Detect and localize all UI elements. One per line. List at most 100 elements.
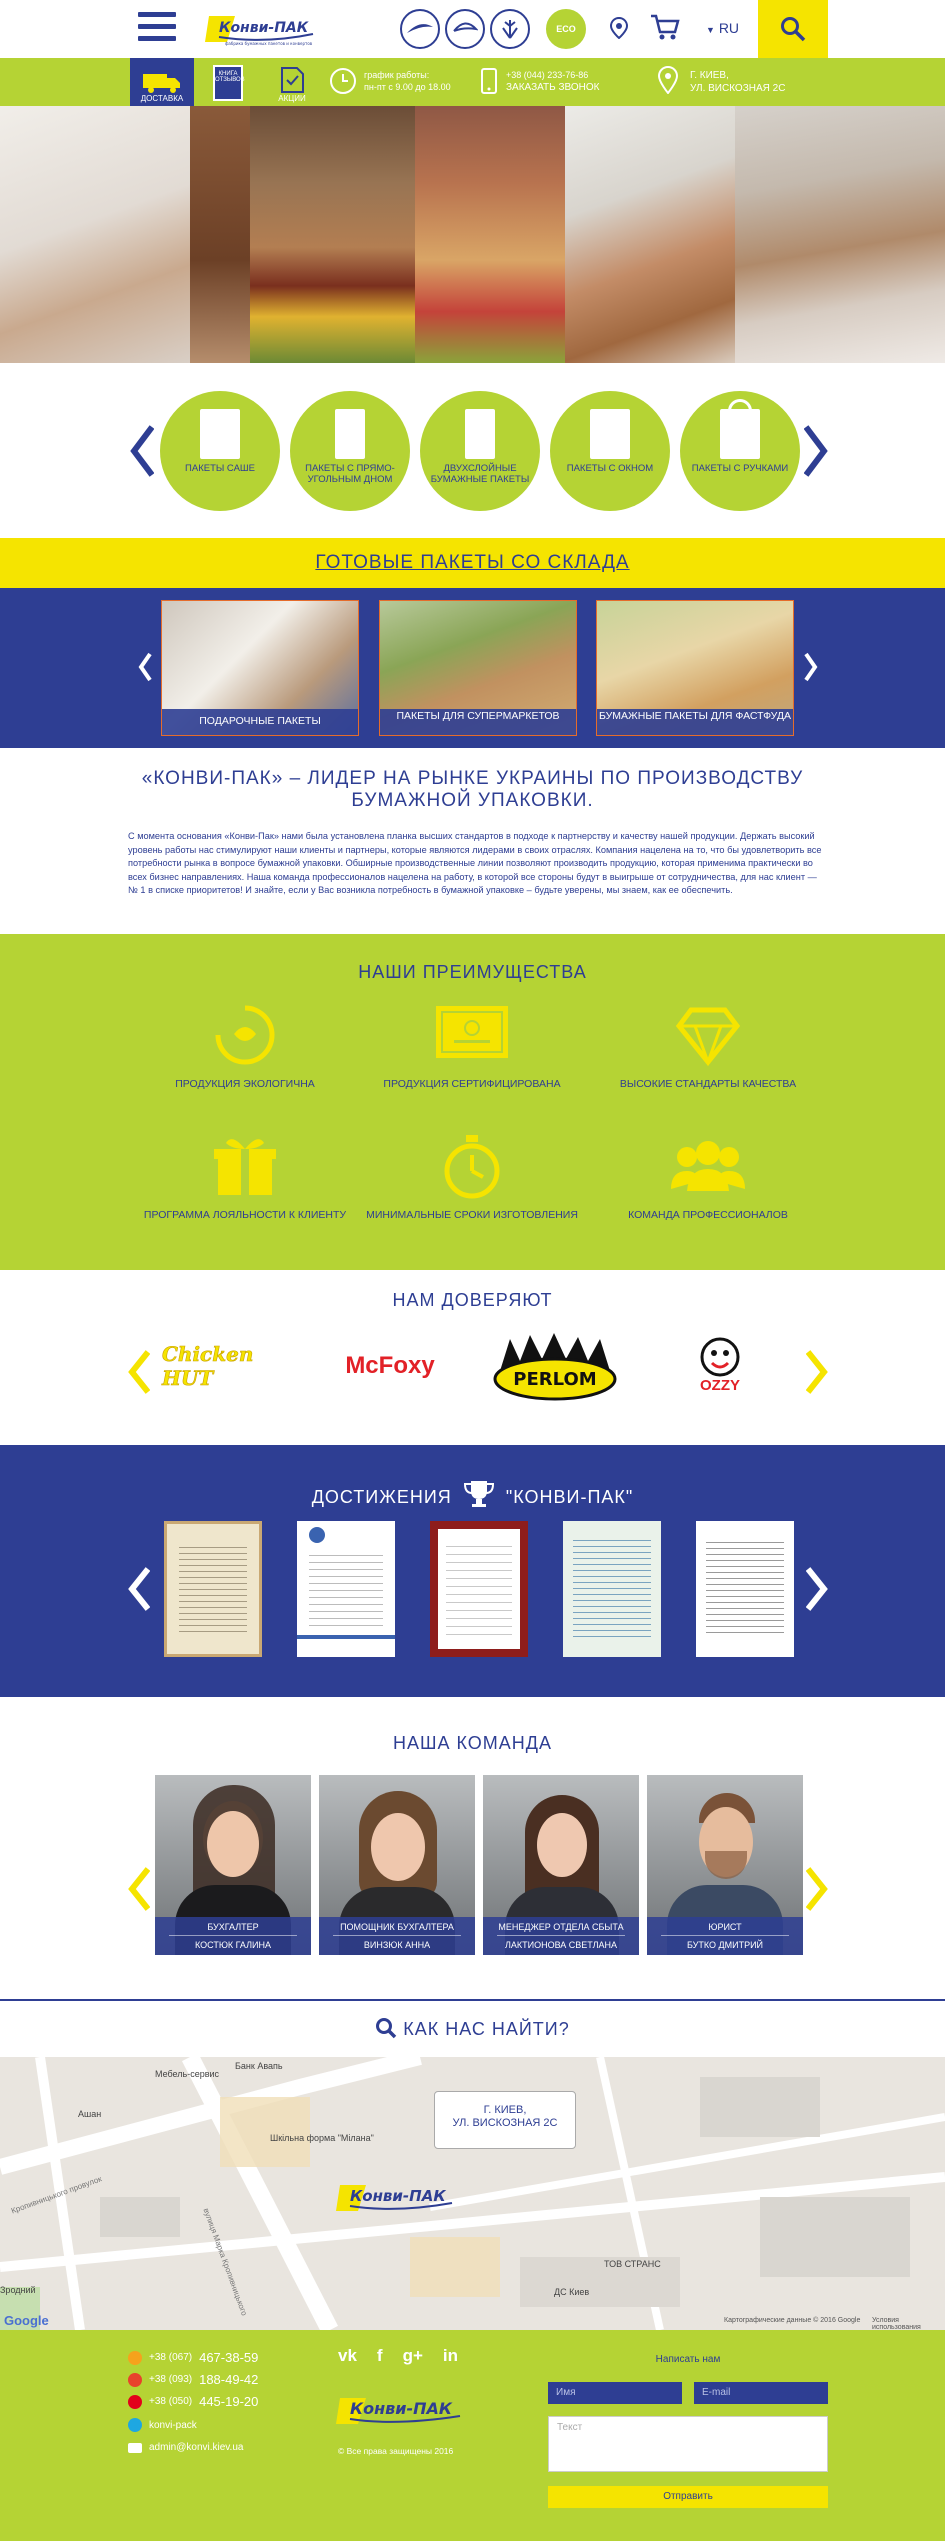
tile-delivery[interactable]: Доставка — [130, 58, 194, 106]
team-member-2[interactable]: Помощник бухгалтера Винзюк Анна — [319, 1775, 475, 1955]
contact-form-title: Написать нам — [655, 2354, 721, 2365]
prev-arrow-icon[interactable] — [128, 1567, 150, 1611]
svg-text:Конви-ПАК: Конви-ПАК — [350, 2187, 446, 2205]
header-phone[interactable]: +38 (044) 233-76-86 — [506, 69, 599, 81]
category-handles[interactable]: Пакеты с ручками — [680, 391, 800, 511]
skype-link[interactable]: konvi-pack — [128, 2418, 197, 2432]
product-fastfood-bags[interactable]: Бумажные пакеты для фастфуда — [596, 600, 794, 736]
submit-button[interactable]: Отправить — [548, 2486, 828, 2508]
advantage-label: Минимальные сроки изготовления — [366, 1209, 578, 1221]
menu-icon[interactable] — [138, 12, 176, 44]
clock-icon — [330, 68, 356, 94]
location-icon — [657, 65, 679, 99]
client-perlom[interactable]: PERLOM — [485, 1330, 625, 1402]
next-arrow-icon[interactable] — [806, 1867, 828, 1911]
tile-promo[interactable]: Акции — [260, 58, 324, 106]
client-mcfoxy-logo: McFoxy — [345, 1352, 435, 1379]
cert-icon-2 — [445, 9, 485, 49]
phone-code: +38 (093) — [149, 2374, 193, 2385]
product-label: Бумажные пакеты для фастфуда — [597, 709, 793, 735]
name-input[interactable]: Имя — [548, 2382, 682, 2404]
category-sachet[interactable]: Пакеты саше — [160, 391, 280, 511]
vk-icon[interactable]: vk — [338, 2346, 357, 2366]
client-mcfoxy[interactable]: McFoxy — [320, 1330, 460, 1402]
team-member-1[interactable]: Бухгалтер Костюк Галина — [155, 1775, 311, 1955]
certificate-5[interactable] — [696, 1521, 794, 1657]
client-ozzy[interactable]: OZZY — [650, 1330, 790, 1402]
language-selector[interactable]: ▼ RU — [706, 20, 739, 36]
phone-life[interactable]: +38 (093) 188-49-42 — [128, 2372, 258, 2387]
product-gift-bags[interactable]: Подарочные пакеты — [161, 600, 359, 736]
find-us-section: КАК НАС НАЙТИ? — [0, 1999, 945, 2057]
email-input[interactable]: E-mail — [694, 2382, 828, 2404]
category-label: Пакеты с прямо-угольным дном — [305, 463, 395, 485]
next-arrow-icon[interactable] — [804, 652, 818, 682]
schedule-label: график работы: — [364, 70, 430, 80]
gift-icon — [214, 1139, 276, 1195]
category-rect-bottom[interactable]: Пакеты с прямо-угольным дном — [290, 391, 410, 511]
hero-photo-1 — [0, 106, 190, 363]
phone-icon — [478, 68, 500, 99]
copyright: © Все права защищены 2016 — [338, 2446, 454, 2456]
category-window[interactable]: Пакеты с окном — [550, 391, 670, 511]
phone-vodafone[interactable]: +38 (050) 445-19-20 — [128, 2394, 258, 2409]
search-button[interactable] — [758, 0, 828, 58]
next-arrow-icon[interactable] — [806, 1350, 828, 1394]
advantage-label: Высокие стандарты качества — [619, 1078, 797, 1090]
certificate-2[interactable] — [297, 1521, 395, 1657]
facebook-icon[interactable]: f — [377, 2346, 383, 2366]
hero-photo-5 — [565, 106, 735, 363]
svg-text:фабрика бумажных пакетов и кон: фабрика бумажных пакетов и конвертов — [225, 41, 313, 46]
tile-reviews[interactable]: Книга отзывов — [196, 58, 260, 106]
linkedin-icon[interactable]: in — [443, 2346, 458, 2366]
svg-text:Конви-ПАК: Конви-ПАК — [219, 20, 309, 36]
phone-kyivstar[interactable]: +38 (067) 467-38-59 — [128, 2350, 258, 2365]
product-supermarket-bags[interactable]: Пакеты для супермаркетов — [379, 600, 577, 736]
callback-link[interactable]: ЗАКАЗАТЬ ЗВОНОК — [506, 82, 599, 93]
hero-photo-3 — [250, 106, 415, 363]
map[interactable]: Мебель-сервис Банк Авапь Ашан Шкільна фо… — [0, 2057, 945, 2330]
message-textarea[interactable]: Текст — [548, 2416, 828, 2472]
skype-icon — [128, 2418, 142, 2432]
next-arrow-icon[interactable] — [806, 1567, 828, 1611]
ready-bags-title[interactable]: ГОТОВЫЕ ПАКЕТЫ СО СКЛАДА — [0, 552, 945, 574]
recycle-icon — [215, 1005, 275, 1065]
team-member-3[interactable]: Менеджер отдела сбыта Лактионова Светлана — [483, 1775, 639, 1955]
footer: +38 (067) 467-38-59 +38 (093) 188-49-42 +3… — [0, 2330, 945, 2541]
eco-badge-icon: ECO — [546, 9, 586, 49]
certificate-3[interactable] — [430, 1521, 528, 1657]
trophy-icon — [463, 1481, 494, 1507]
email-label: admin@konvi.kiev.ua — [149, 2442, 244, 2453]
achievements-title: ДОСТИЖЕНИЯ — [311, 1487, 452, 1507]
category-label: Пакеты с ручками — [691, 463, 789, 474]
bag-icon — [465, 409, 495, 459]
footer-logo[interactable]: Конви-ПАК — [336, 2392, 466, 2432]
client-chicken-hut[interactable]: Chicken HUT — [162, 1330, 302, 1402]
find-us-heading: КАК НАС НАЙТИ? — [0, 2017, 945, 2040]
next-arrow-icon[interactable] — [804, 425, 828, 477]
member-name: Бутко Дмитрий — [686, 1940, 764, 1950]
window-bag-icon — [590, 409, 630, 459]
certificate-1[interactable] — [164, 1521, 262, 1657]
top-bar: Конви-ПАК фабрика бумажных пакетов и кон… — [0, 0, 945, 58]
member-face — [371, 1813, 425, 1881]
prev-arrow-icon[interactable] — [130, 425, 154, 477]
map-terms-link[interactable]: Условия использования — [872, 2317, 945, 2330]
callout-city: г. Киев, — [483, 2104, 527, 2116]
prev-arrow-icon[interactable] — [128, 1350, 150, 1394]
email-link[interactable]: admin@konvi.kiev.ua — [128, 2442, 243, 2453]
phone-number: 445-19-20 — [199, 2394, 259, 2409]
google-plus-icon[interactable]: g+ — [403, 2346, 423, 2366]
certificate-4[interactable] — [563, 1521, 661, 1657]
schedule: график работы: пн-пт с 9.00 до 18.00 — [364, 69, 451, 93]
team-member-4[interactable]: Юрист Бутко Дмитрий — [647, 1775, 803, 1955]
cart-icon[interactable] — [650, 12, 680, 47]
prev-arrow-icon[interactable] — [138, 652, 152, 682]
sachet-bag-icon — [200, 409, 240, 459]
logo[interactable]: Конви-ПАК фабрика бумажных пакетов и кон… — [205, 10, 317, 48]
map-pin-icon[interactable] — [609, 16, 629, 44]
category-two-layer[interactable]: Двухслойные бумажные пакеты — [420, 391, 540, 511]
prev-arrow-icon[interactable] — [128, 1867, 150, 1911]
book-icon: Книга отзывов — [213, 65, 245, 101]
advantage-label: Продукция сертифицирована — [383, 1078, 561, 1090]
